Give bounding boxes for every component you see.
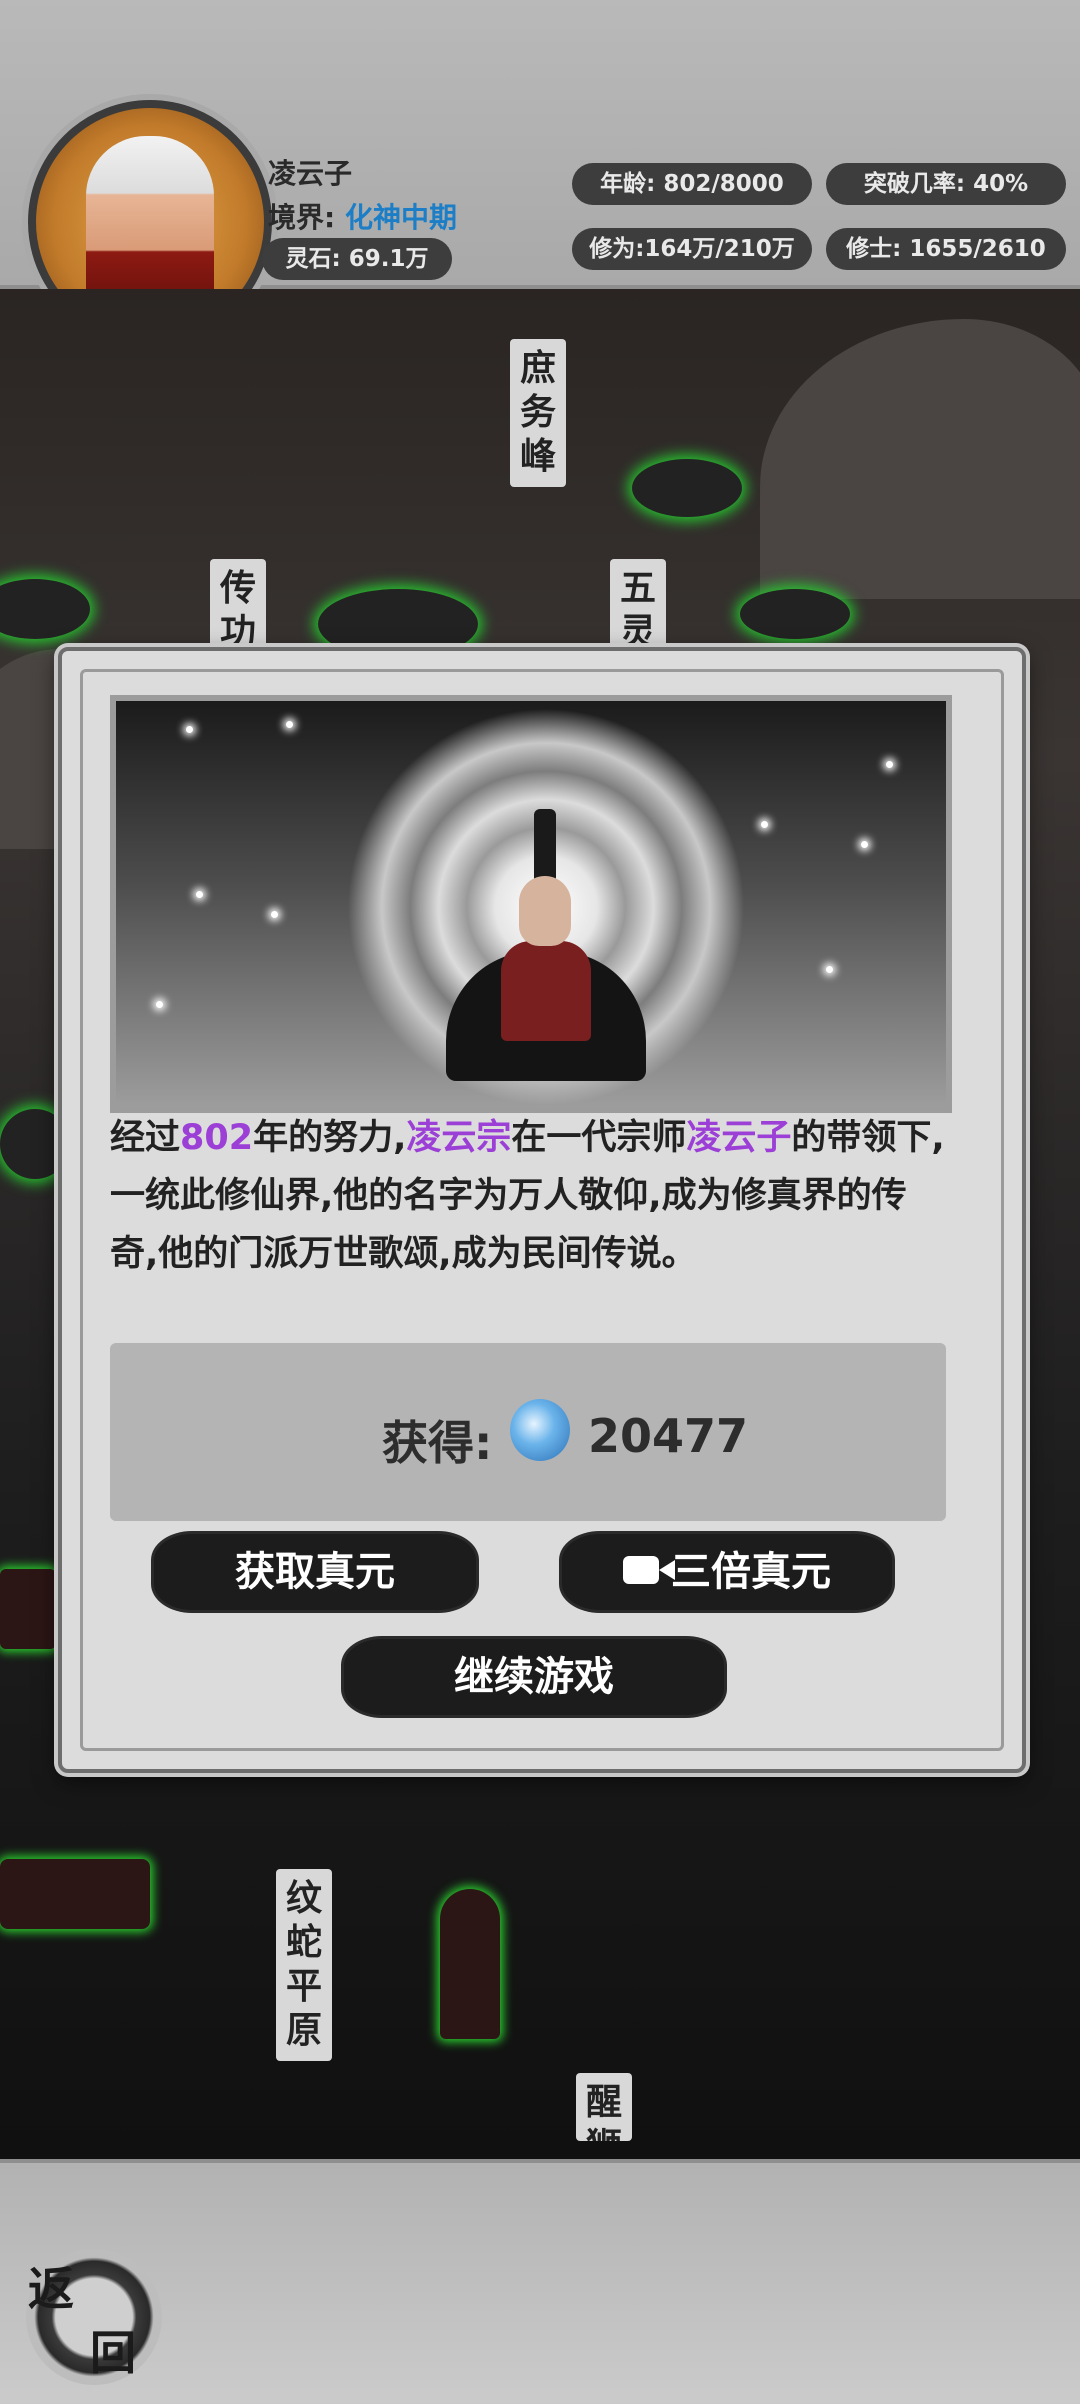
player-name: 凌云子 [268, 157, 353, 190]
map-location-label[interactable]: 醒狮 [576, 2073, 632, 2141]
status-header: 凌云子 境界: 化神中期 灵石: 69.1万 年龄: 802/8000 突破几率… [0, 0, 1080, 344]
master-name-highlight: 凌云子 [686, 1118, 792, 1158]
star-sparkle [271, 911, 278, 918]
meditation-illustration [110, 695, 952, 1113]
star-sparkle [886, 761, 893, 768]
floating-island-icon[interactable] [740, 589, 850, 639]
claim-essence-button[interactable]: 获取真元 [154, 1534, 476, 1610]
reward-amount: 20477 [588, 1409, 749, 1463]
cultivators-badge: 修士: 1655/2610 [826, 228, 1066, 270]
star-sparkle [861, 841, 868, 848]
years-highlight: 802 [180, 1118, 254, 1158]
sect-name-highlight: 凌云宗 [406, 1118, 512, 1158]
back-char-2: 回 [90, 2326, 136, 2380]
master-head [519, 876, 571, 946]
reward-panel: 获得: 20477 [110, 1343, 946, 1521]
continue-game-button[interactable]: 继续游戏 [344, 1639, 724, 1715]
star-sparkle [156, 1001, 163, 1008]
realm-value: 化神中期 [344, 201, 457, 234]
spirit-stones-badge: 灵石: 69.1万 [262, 238, 452, 280]
back-button[interactable]: 返 回 [26, 2249, 162, 2385]
floating-island-icon[interactable] [0, 579, 90, 639]
age-badge: 年龄: 802/8000 [572, 163, 812, 205]
video-ad-icon [623, 1556, 675, 1584]
ending-story-text: 经过802年的努力,凌云宗在一代宗师凌云子的带领下,一统此修仙界,他的名字为万人… [110, 1118, 945, 1274]
star-sparkle [186, 726, 193, 733]
bottom-bar: 返 回 [0, 2159, 1080, 2404]
player-realm: 境界: 化神中期 [268, 196, 457, 236]
floating-island-icon[interactable] [632, 459, 742, 517]
realm-label: 境界: [268, 201, 336, 234]
map-location-label[interactable]: 庶务峰 [510, 339, 566, 487]
ending-dialog: 经过802年的努力,凌云宗在一代宗师凌云子的带领下,一统此修仙界,他的名字为万人… [58, 647, 1026, 1773]
back-char-1: 返 [28, 2262, 74, 2316]
master-robe [501, 941, 591, 1041]
pagoda-building-icon[interactable] [440, 1889, 500, 2039]
triple-essence-button[interactable]: 三倍真元 [562, 1534, 892, 1610]
star-sparkle [826, 966, 833, 973]
star-sparkle [196, 891, 203, 898]
temple-building-icon[interactable] [0, 1859, 150, 1929]
mountain-shape [760, 319, 1080, 599]
true-essence-gem-icon [510, 1399, 570, 1461]
cultivation-badge: 修为:164万/210万 [572, 228, 812, 270]
map-location-label[interactable]: 纹蛇平原 [276, 1869, 332, 2061]
master-topknot [534, 809, 556, 883]
reward-label: 获得: [382, 1416, 493, 1470]
temple-building-icon[interactable] [0, 1569, 56, 1649]
star-sparkle [761, 821, 768, 828]
star-sparkle [286, 721, 293, 728]
breakthrough-badge: 突破几率: 40% [826, 163, 1066, 205]
